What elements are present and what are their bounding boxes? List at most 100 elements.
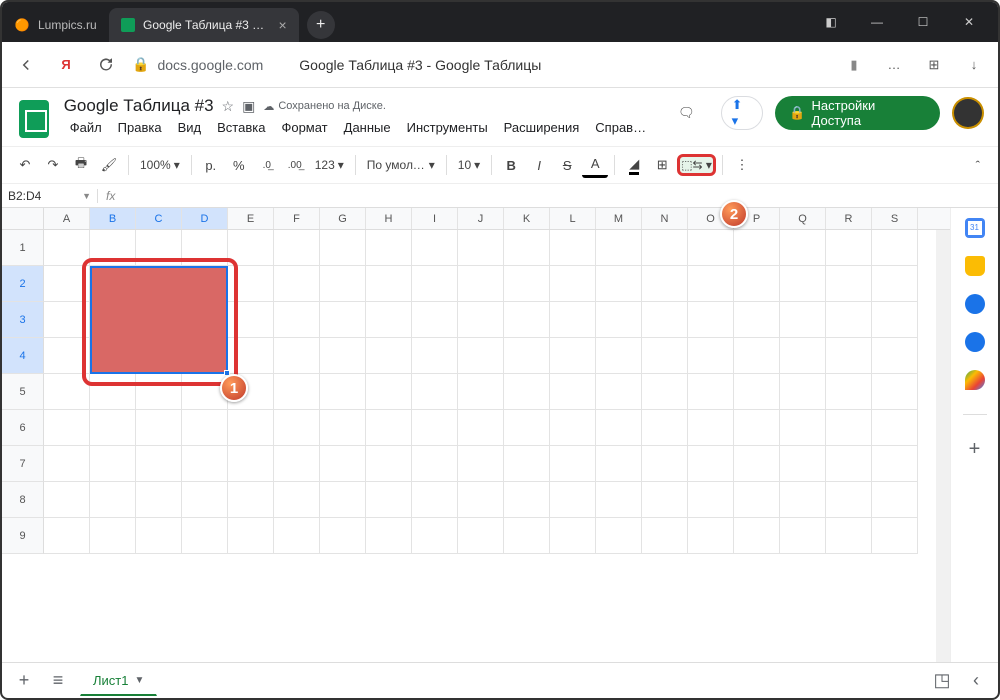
cell[interactable] (182, 266, 228, 302)
cell[interactable] (688, 302, 734, 338)
cell[interactable] (44, 266, 90, 302)
cell[interactable] (642, 482, 688, 518)
star-icon[interactable]: ☆ (222, 98, 235, 115)
cell[interactable] (688, 338, 734, 374)
menu-format[interactable]: Формат (275, 118, 333, 137)
cell[interactable] (228, 374, 274, 410)
cell[interactable] (826, 302, 872, 338)
explore-button[interactable]: ◳ (930, 670, 954, 691)
cell[interactable] (182, 302, 228, 338)
cell[interactable] (90, 338, 136, 374)
cell[interactable] (734, 266, 780, 302)
yandex-button[interactable]: Я (52, 51, 80, 79)
cell[interactable] (596, 446, 642, 482)
cell[interactable] (458, 482, 504, 518)
cell[interactable] (320, 410, 366, 446)
column-header[interactable]: O (688, 208, 734, 229)
cell[interactable] (688, 230, 734, 266)
close-window-button[interactable]: ✕ (948, 6, 990, 38)
cell[interactable] (596, 374, 642, 410)
new-tab-button[interactable]: + (307, 11, 335, 39)
cell[interactable] (550, 338, 596, 374)
column-header[interactable]: D (182, 208, 228, 229)
cell[interactable] (44, 446, 90, 482)
cell[interactable] (366, 410, 412, 446)
cell[interactable] (274, 302, 320, 338)
cell[interactable] (228, 338, 274, 374)
cell[interactable] (780, 482, 826, 518)
cell[interactable] (136, 518, 182, 554)
cell[interactable] (136, 230, 182, 266)
cell[interactable] (596, 302, 642, 338)
cell[interactable] (504, 302, 550, 338)
cell[interactable] (90, 482, 136, 518)
cell[interactable] (412, 518, 458, 554)
cell[interactable] (320, 302, 366, 338)
column-header[interactable]: I (412, 208, 458, 229)
percent-button[interactable]: % (226, 152, 252, 178)
cell[interactable] (550, 518, 596, 554)
cell[interactable] (780, 302, 826, 338)
cell[interactable] (412, 374, 458, 410)
column-header[interactable]: P (734, 208, 780, 229)
cell[interactable] (228, 266, 274, 302)
cell[interactable] (826, 338, 872, 374)
cell[interactable] (274, 266, 320, 302)
cell[interactable] (596, 518, 642, 554)
italic-button[interactable]: I (526, 152, 552, 178)
cell[interactable] (596, 482, 642, 518)
row-header[interactable]: 2 (2, 266, 44, 302)
print-button[interactable]: 🖶 (68, 152, 94, 178)
cell[interactable] (182, 482, 228, 518)
reload-button[interactable] (92, 51, 120, 79)
cell[interactable] (826, 266, 872, 302)
cell[interactable] (504, 518, 550, 554)
cell[interactable] (642, 338, 688, 374)
row-header[interactable]: 6 (2, 410, 44, 446)
cell[interactable] (780, 410, 826, 446)
cell[interactable] (320, 338, 366, 374)
cell[interactable] (366, 446, 412, 482)
borders-button[interactable]: ⊞ (649, 152, 675, 178)
cell[interactable] (504, 374, 550, 410)
cell[interactable] (182, 374, 228, 410)
back-button[interactable] (12, 51, 40, 79)
cell[interactable] (780, 374, 826, 410)
maximize-button[interactable]: ☐ (902, 6, 944, 38)
cell[interactable] (550, 374, 596, 410)
cell[interactable] (136, 266, 182, 302)
decrease-decimal-button[interactable]: .0̲ (254, 152, 280, 178)
cell[interactable] (90, 410, 136, 446)
cell[interactable] (642, 446, 688, 482)
zoom-dropdown[interactable]: 100% ▾ (135, 158, 185, 172)
all-sheets-button[interactable]: ≡ (46, 670, 70, 691)
menu-insert[interactable]: Вставка (211, 118, 271, 137)
calendar-icon[interactable]: 31 (965, 218, 985, 238)
column-header[interactable]: S (872, 208, 918, 229)
cell[interactable] (642, 302, 688, 338)
cell[interactable] (90, 266, 136, 302)
extensions-icon[interactable]: ⊞ (920, 51, 948, 79)
cell[interactable] (642, 410, 688, 446)
cell[interactable] (458, 374, 504, 410)
cell[interactable] (872, 302, 918, 338)
cell[interactable] (90, 302, 136, 338)
paint-format-button[interactable]: 🖌 (96, 152, 122, 178)
column-header[interactable]: B (90, 208, 136, 229)
bookmark-icon[interactable]: ▮ (840, 51, 868, 79)
cell[interactable] (688, 446, 734, 482)
cell[interactable] (458, 446, 504, 482)
cell[interactable] (412, 266, 458, 302)
cell[interactable] (44, 482, 90, 518)
cell[interactable] (228, 302, 274, 338)
select-all-corner[interactable] (2, 208, 44, 229)
cell[interactable] (90, 374, 136, 410)
cell[interactable] (780, 338, 826, 374)
cell[interactable] (90, 446, 136, 482)
menu-extensions[interactable]: Расширения (498, 118, 586, 137)
font-dropdown[interactable]: По умолча... ▾ (362, 158, 440, 172)
cell[interactable] (826, 230, 872, 266)
menu-file[interactable]: Файл (64, 118, 108, 137)
cell[interactable] (366, 266, 412, 302)
cell[interactable] (734, 410, 780, 446)
